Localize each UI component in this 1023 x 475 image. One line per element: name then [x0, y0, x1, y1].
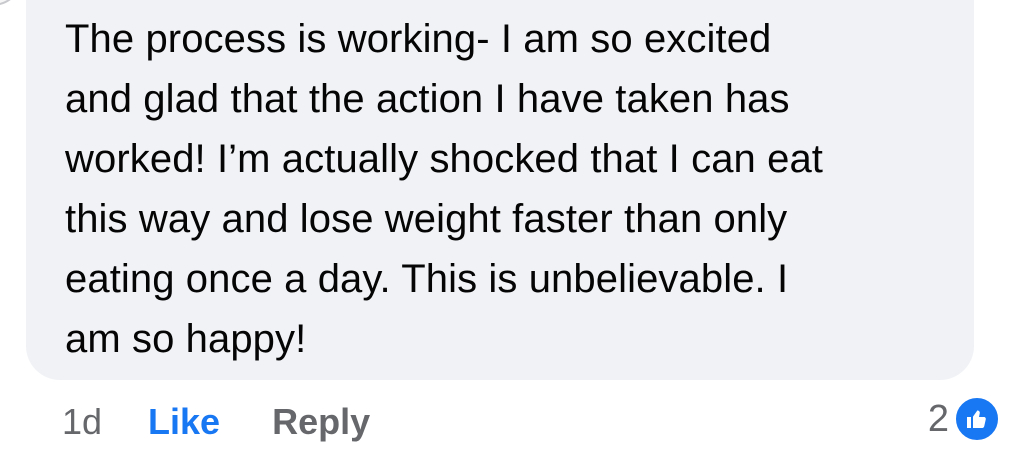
- comment-container: The process is working- I am so excited …: [0, 0, 1023, 475]
- avatar[interactable]: [0, 0, 24, 6]
- comment-actions: 1d Like Reply: [62, 398, 370, 446]
- reaction-summary[interactable]: 2: [928, 394, 1001, 444]
- comment-text: The process is working- I am so excited …: [65, 17, 824, 361]
- reaction-count: 2: [927, 397, 949, 440]
- like-button[interactable]: Like: [148, 401, 220, 443]
- reply-button[interactable]: Reply: [272, 401, 370, 443]
- thumbs-up-icon: [953, 395, 1001, 443]
- comment-timestamp[interactable]: 1d: [62, 401, 102, 443]
